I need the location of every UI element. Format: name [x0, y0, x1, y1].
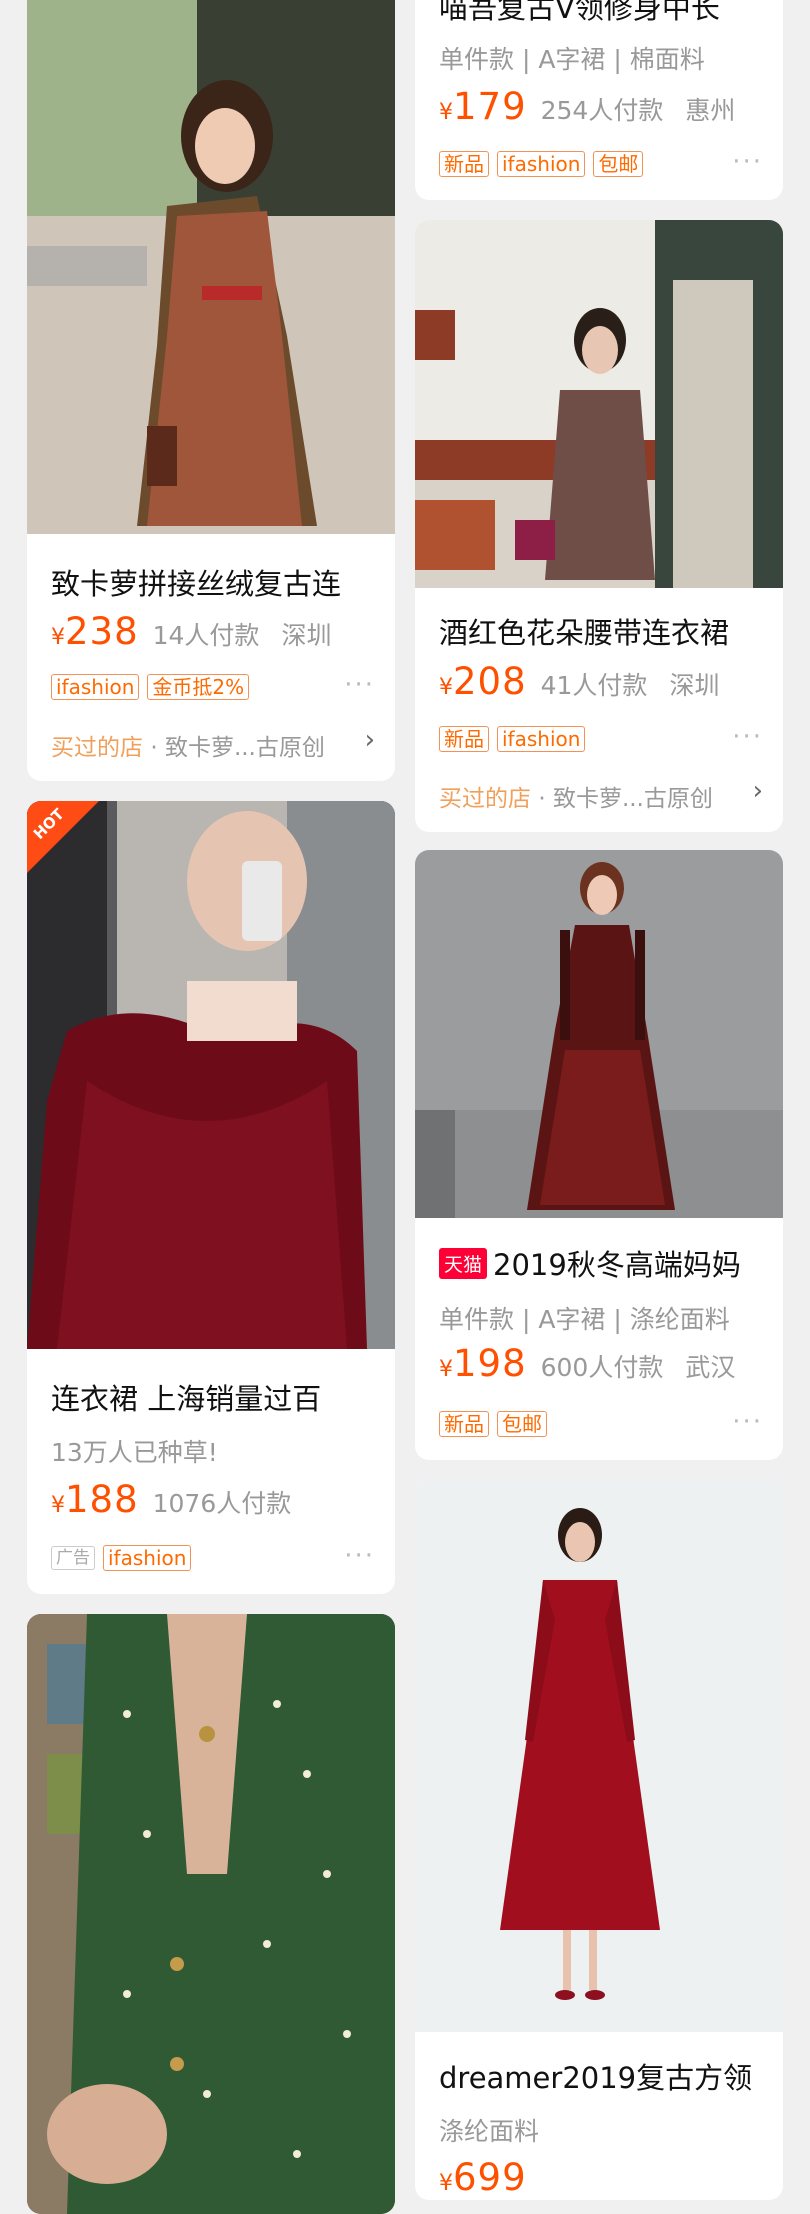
- separator-dot: ·: [538, 786, 546, 812]
- chevron-right-icon: ›: [752, 776, 763, 806]
- currency-symbol: ¥: [51, 1493, 65, 1518]
- more-options-icon[interactable]: ···: [344, 1541, 375, 1571]
- price-row: ¥238 14人付款 深圳: [51, 610, 375, 653]
- bought-shop-link[interactable]: 买过的店 · 致卡萝...古原创 ›: [51, 725, 375, 762]
- product-card[interactable]: 天猫 2019秋冬高端妈妈 单件款 | A字裙 | 涤纶面料 ¥198 600人付款…: [415, 850, 783, 1460]
- currency-symbol: ¥: [439, 100, 453, 125]
- shop-name: 致卡萝...古原创: [164, 735, 325, 761]
- more-options-icon[interactable]: ···: [732, 147, 763, 177]
- currency-symbol: ¥: [51, 625, 65, 650]
- tag-ifashion: ifashion: [497, 726, 586, 752]
- more-options-icon[interactable]: ···: [344, 670, 375, 700]
- sales-count: 1076人付款: [152, 1489, 292, 1518]
- product-attributes: 涤纶面料: [439, 2117, 540, 2146]
- product-image[interactable]: [415, 850, 783, 1218]
- ship-location: 惠州: [685, 96, 736, 125]
- product-image[interactable]: [27, 1614, 395, 2214]
- sales-count: 254人付款: [540, 96, 664, 125]
- bought-shop-label: 买过的店: [439, 786, 531, 812]
- ship-location: 深圳: [281, 621, 332, 650]
- product-image[interactable]: [415, 1480, 783, 2032]
- price-row: ¥208 41人付款 深圳: [439, 660, 763, 703]
- tmall-badge: 天猫: [439, 1248, 488, 1279]
- product-price: 198: [453, 1342, 527, 1385]
- separator-dot: ·: [150, 735, 158, 761]
- bought-shop-label: 买过的店: [51, 735, 143, 761]
- tag-list: 新品 包邮: [439, 1411, 547, 1437]
- ship-location: 深圳: [669, 671, 720, 700]
- product-title[interactable]: dreamer2019复古方领: [439, 2055, 763, 2097]
- product-card[interactable]: HOT 连衣裙 上海销量过百 13万人已种草! ¥188 1076人付款 广告 i…: [27, 801, 395, 1594]
- product-price: 238: [65, 610, 139, 653]
- product-price: 699: [453, 2156, 527, 2199]
- product-subtitle: 13万人已种草!: [51, 1438, 218, 1467]
- more-options-icon[interactable]: ···: [732, 1407, 763, 1437]
- product-image[interactable]: [27, 801, 395, 1349]
- product-card[interactable]: 喵吾复古V领修身中长 单件款 | A字裙 | 棉面料 ¥179 254人付款 惠州 …: [415, 0, 783, 200]
- ad-label: 广告: [51, 1546, 95, 1570]
- tag-ifashion: ifashion: [103, 1545, 192, 1571]
- currency-symbol: ¥: [439, 1357, 453, 1382]
- price-row: ¥179 254人付款 惠州: [439, 85, 763, 128]
- product-card[interactable]: 致卡萝拼接丝绒复古连 ¥238 14人付款 深圳 ifashion 金币抵2% ··…: [27, 0, 395, 781]
- shop-name: 致卡萝...古原创: [552, 786, 713, 812]
- product-title[interactable]: 天猫 2019秋冬高端妈妈: [439, 1242, 763, 1284]
- tag-list: ifashion 金币抵2%: [51, 674, 250, 700]
- product-attributes: 单件款 | A字裙 | 棉面料: [439, 45, 705, 74]
- product-price: 188: [65, 1478, 139, 1521]
- product-attributes: 单件款 | A字裙 | 涤纶面料: [439, 1305, 730, 1334]
- chevron-right-icon: ›: [364, 725, 375, 755]
- product-price: 179: [453, 85, 527, 128]
- product-image[interactable]: [27, 0, 395, 534]
- currency-symbol: ¥: [439, 675, 453, 700]
- tag-coin-discount: 金币抵2%: [147, 674, 250, 700]
- bought-shop-link[interactable]: 买过的店 · 致卡萝...古原创 ›: [439, 776, 763, 813]
- ship-location: 武汉: [685, 1353, 736, 1382]
- product-title[interactable]: 酒红色花朵腰带连衣裙: [439, 610, 763, 652]
- price-row: ¥699: [439, 2156, 763, 2199]
- product-title[interactable]: 连衣裙 上海销量过百: [51, 1376, 375, 1418]
- tag-ifashion: ifashion: [51, 674, 140, 700]
- product-card[interactable]: dreamer2019复古方领 涤纶面料 ¥699: [415, 1480, 783, 2200]
- product-title[interactable]: 喵吾复古V领修身中长: [439, 0, 763, 27]
- tag-list: 新品 ifashion: [439, 726, 586, 752]
- price-row: ¥198 600人付款 武汉: [439, 1342, 763, 1385]
- product-card[interactable]: 酒红色花朵腰带连衣裙 ¥208 41人付款 深圳 新品 ifashion ··· 买…: [415, 220, 783, 832]
- product-price: 208: [453, 660, 527, 703]
- tag-list: 新品 ifashion 包邮: [439, 151, 644, 177]
- tag-free-shipping: 包邮: [593, 151, 644, 177]
- tag-new: 新品: [439, 1411, 489, 1437]
- sales-count: 41人付款: [540, 671, 648, 700]
- tag-ifashion: ifashion: [497, 151, 586, 177]
- tag-free-shipping: 包邮: [497, 1411, 547, 1437]
- sales-count: 14人付款: [152, 621, 260, 650]
- product-card[interactable]: [27, 1614, 395, 2214]
- tag-list: 广告 ifashion: [51, 1545, 192, 1571]
- tag-new: 新品: [439, 151, 489, 177]
- product-image[interactable]: [415, 220, 783, 588]
- sales-count: 600人付款: [540, 1353, 664, 1382]
- tag-new: 新品: [439, 726, 489, 752]
- price-row: ¥188 1076人付款: [51, 1478, 375, 1521]
- product-title-text: 2019秋冬高端妈妈: [493, 1248, 741, 1282]
- currency-symbol: ¥: [439, 2171, 453, 2196]
- more-options-icon[interactable]: ···: [732, 722, 763, 752]
- product-title[interactable]: 致卡萝拼接丝绒复古连: [51, 561, 375, 603]
